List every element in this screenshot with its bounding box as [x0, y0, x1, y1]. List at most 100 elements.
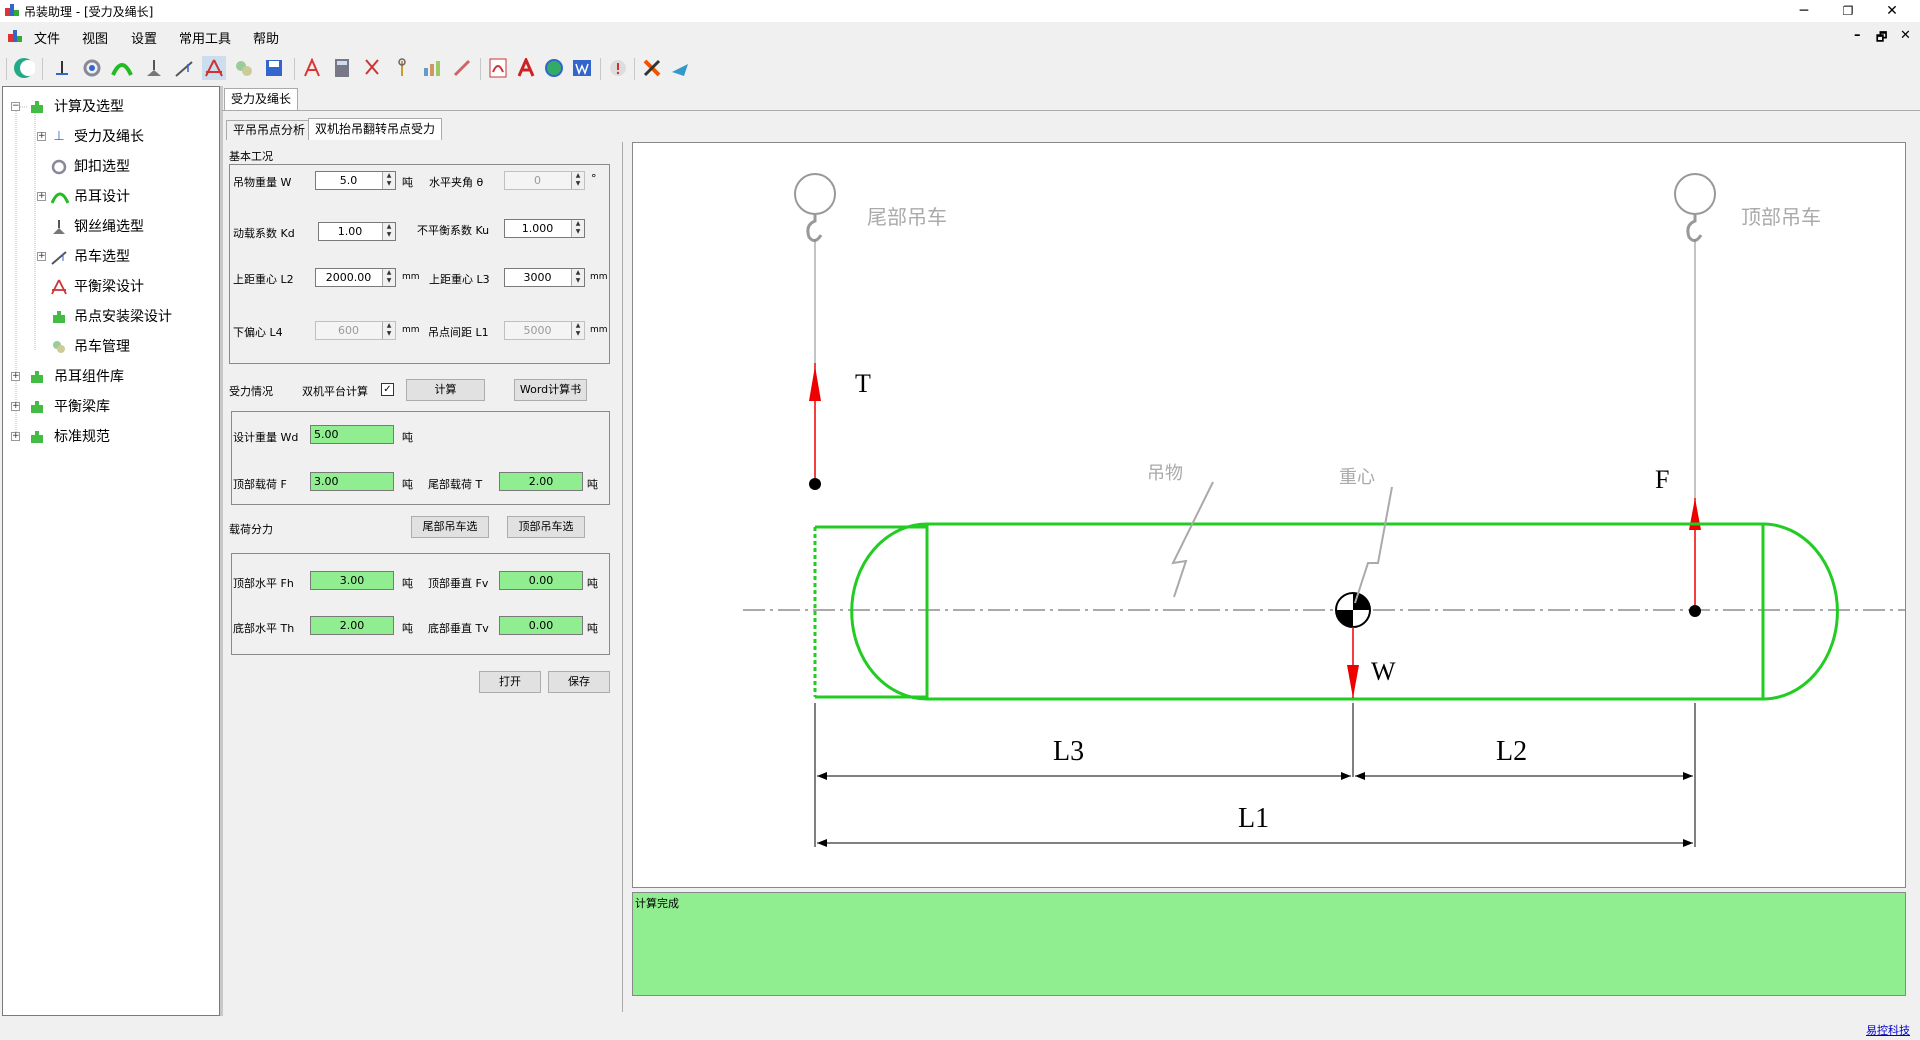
- l4-spinner[interactable]: 600 ▲ ▼: [315, 321, 396, 340]
- t-field[interactable]: 2.00: [499, 472, 583, 491]
- form-divider: [622, 142, 623, 1012]
- scissors-icon[interactable]: [360, 56, 384, 80]
- save-button[interactable]: 保存: [548, 671, 610, 693]
- weight-spinner[interactable]: 5.0 ▲ ▼: [315, 171, 396, 190]
- tab-flat-lift[interactable]: 平吊吊点分析: [226, 120, 313, 140]
- pdf-icon[interactable]: [486, 56, 510, 80]
- unit-mm: mm: [402, 272, 420, 282]
- menu-help[interactable]: 帮助: [253, 28, 279, 47]
- tv-field[interactable]: 0.00: [499, 616, 583, 635]
- top-crane-label: 顶部吊车: [1741, 205, 1821, 229]
- tree-label: 吊点安装梁设计: [74, 309, 172, 325]
- assembly-icon[interactable]: [232, 56, 256, 80]
- l2-spinner[interactable]: 2000.00 ▲ ▼: [315, 268, 396, 287]
- t-arrow-icon: [809, 366, 821, 401]
- dual-calc-checkbox[interactable]: ✓: [381, 383, 394, 396]
- minimize-button[interactable]: ─: [1784, 0, 1824, 22]
- l3-spinner[interactable]: 3000 ▲ ▼: [504, 268, 585, 287]
- font-icon[interactable]: [514, 56, 538, 80]
- mdi-restore-button[interactable]: 🗗: [1876, 28, 1887, 49]
- word-report-button[interactable]: Word计算书: [514, 379, 587, 401]
- message-text: 计算完成: [635, 897, 679, 910]
- l1-dim-label: L1: [1238, 803, 1270, 834]
- company-link[interactable]: 易控科技: [1866, 1022, 1910, 1038]
- anchor-icon: ⊥: [53, 129, 65, 144]
- fv-field[interactable]: 0.00: [499, 571, 583, 590]
- mdi-doc-icon[interactable]: [8, 30, 22, 42]
- pen-icon[interactable]: [450, 56, 474, 80]
- maximize-button[interactable]: ❐: [1828, 0, 1868, 22]
- unit-mm: mm: [590, 272, 608, 282]
- rope-icon[interactable]: [142, 56, 166, 80]
- kd-spinner[interactable]: 1.00 ▲ ▼: [318, 222, 396, 241]
- globe-icon[interactable]: [542, 56, 566, 80]
- menu-settings[interactable]: 设置: [131, 28, 157, 47]
- angle-value: 0: [534, 174, 541, 187]
- fh-field[interactable]: 3.00: [310, 571, 394, 590]
- expand-icon[interactable]: +: [11, 432, 20, 441]
- beam-icon: [51, 279, 67, 295]
- menu-file[interactable]: 文件: [34, 28, 60, 47]
- basic-header: 基本工况: [229, 150, 273, 163]
- expand-icon[interactable]: +: [37, 192, 46, 201]
- save-icon[interactable]: [262, 56, 286, 80]
- menu-tools[interactable]: 常用工具: [179, 28, 231, 47]
- tail-crane-select-button[interactable]: 尾部吊车选: [411, 516, 489, 538]
- crane-icon[interactable]: [172, 56, 196, 80]
- export-icon[interactable]: [668, 56, 692, 80]
- close-button[interactable]: ✕: [1872, 0, 1912, 22]
- beam-icon[interactable]: [202, 56, 226, 80]
- calc-button[interactable]: 计算: [406, 379, 485, 401]
- spin-arrows-icon[interactable]: ▲ ▼: [382, 322, 395, 339]
- spin-arrows-icon[interactable]: ▲ ▼: [382, 269, 395, 286]
- angle-label: 水平夹角 θ: [429, 176, 484, 189]
- spin-arrows-icon[interactable]: ▲ ▼: [571, 172, 584, 189]
- mdi-minimize-button[interactable]: –: [1854, 28, 1861, 43]
- spin-arrows-icon[interactable]: ▲ ▼: [382, 223, 395, 240]
- unit-ton: 吨: [402, 577, 413, 590]
- toolbar-grip: [6, 58, 7, 80]
- info-icon[interactable]: [606, 56, 630, 80]
- open-button[interactable]: 打开: [479, 671, 541, 693]
- f-field[interactable]: 3.00: [310, 472, 394, 491]
- expand-icon[interactable]: +: [11, 372, 20, 381]
- angle-spinner[interactable]: 0 ▲ ▼: [504, 171, 585, 190]
- ku-label: 不平衡系数 Ku: [417, 224, 490, 237]
- unit-mm: mm: [402, 325, 420, 335]
- th-field[interactable]: 2.00: [310, 616, 394, 635]
- tools-icon[interactable]: [390, 56, 414, 80]
- anchor-icon[interactable]: [50, 56, 74, 80]
- toolbar-separator: [634, 58, 635, 80]
- expand-icon[interactable]: +: [37, 252, 46, 261]
- lug-icon[interactable]: [110, 56, 134, 80]
- text-icon[interactable]: [300, 56, 324, 80]
- expand-icon[interactable]: +: [37, 132, 46, 141]
- mdi-close-button[interactable]: ✕: [1900, 28, 1911, 43]
- puzzle-icon: [31, 401, 43, 413]
- ku-value: 1.000: [521, 222, 554, 235]
- shackle-icon[interactable]: [80, 56, 104, 80]
- spin-arrows-icon[interactable]: ▲ ▼: [571, 322, 584, 339]
- exit-icon[interactable]: [640, 56, 664, 80]
- spin-arrows-icon[interactable]: ▲ ▼: [571, 220, 584, 237]
- chart-icon[interactable]: [420, 56, 444, 80]
- l1-spinner[interactable]: 5000 ▲ ▼: [504, 321, 585, 340]
- word-icon[interactable]: [570, 56, 594, 80]
- l3-dim-label: L3: [1053, 736, 1085, 767]
- calc-icon[interactable]: [330, 56, 354, 80]
- panel-splitter[interactable]: [220, 86, 223, 1016]
- puzzle-icon: [31, 101, 43, 113]
- toolbar: [0, 52, 1920, 84]
- expand-icon[interactable]: +: [11, 402, 20, 411]
- tab-dual-crane[interactable]: 双机抬吊翻转吊点受力: [308, 118, 443, 140]
- f-label: F: [1655, 465, 1670, 494]
- ku-spinner[interactable]: 1.000 ▲ ▼: [504, 219, 585, 238]
- menu-view[interactable]: 视图: [82, 28, 108, 47]
- doc-tab-force[interactable]: 受力及绳长: [224, 88, 299, 110]
- top-crane-select-button[interactable]: 顶部吊车选: [507, 516, 585, 538]
- wd-field[interactable]: 5.00: [310, 425, 394, 444]
- spin-arrows-icon[interactable]: ▲ ▼: [382, 172, 395, 189]
- collapse-icon[interactable]: −: [11, 102, 20, 111]
- moon-icon[interactable]: [12, 56, 36, 80]
- spin-arrows-icon[interactable]: ▲ ▼: [571, 269, 584, 286]
